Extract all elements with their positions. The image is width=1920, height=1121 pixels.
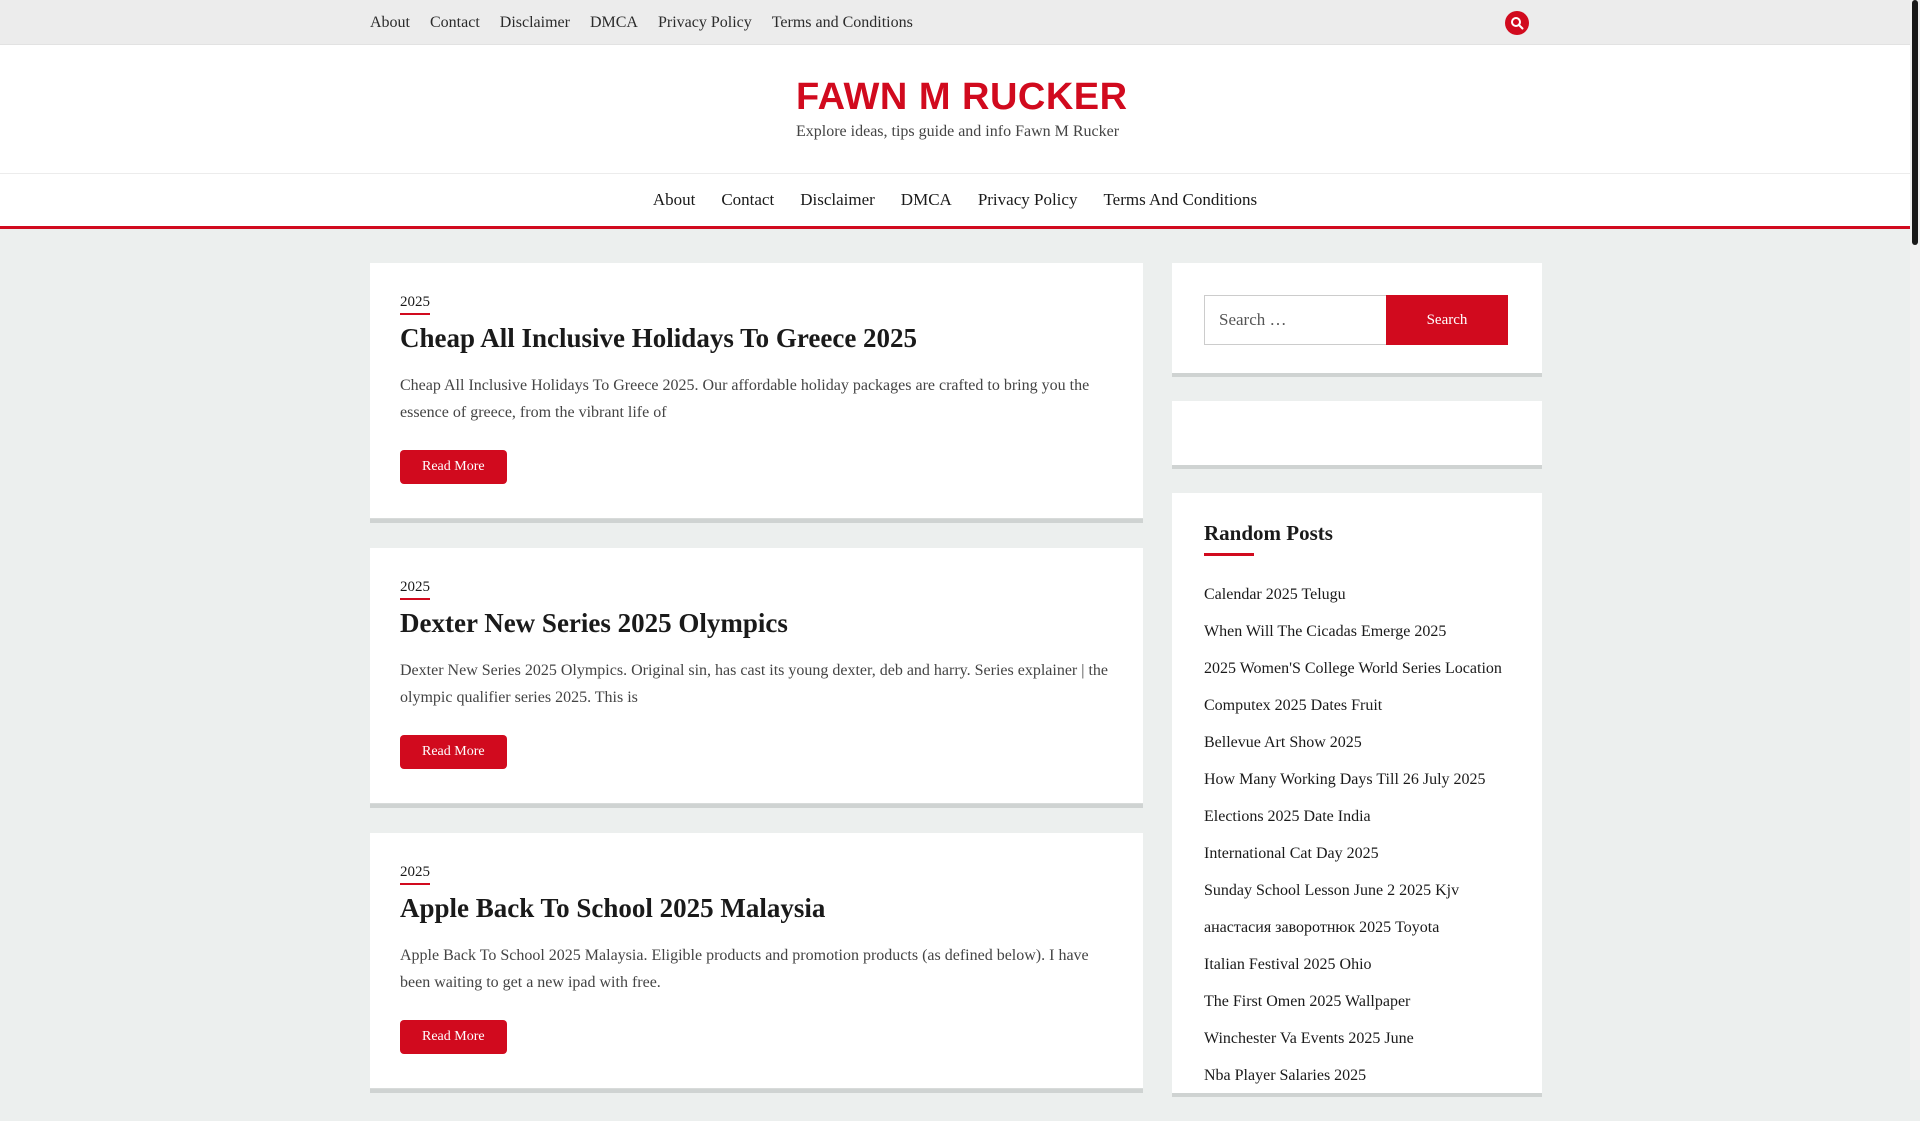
read-more-button[interactable]: Read More — [400, 450, 507, 484]
main-nav-contact[interactable]: Contact — [721, 190, 774, 210]
post-category[interactable]: 2025 — [400, 864, 430, 885]
list-item[interactable]: 2025 Women'S College World Series Locati… — [1204, 650, 1510, 687]
post-card: 2025 Cheap All Inclusive Holidays To Gre… — [370, 263, 1143, 519]
post-category[interactable]: 2025 — [400, 294, 430, 315]
post-excerpt: Dexter New Series 2025 Olympics. Origina… — [400, 662, 1109, 706]
list-item[interactable]: The First Omen 2025 Wallpaper — [1204, 983, 1510, 1020]
sidebar: Search Random Posts Calendar 2025 Telugu… — [1172, 263, 1542, 1121]
search-icon-glyph — [1511, 17, 1524, 30]
list-item[interactable]: Computex 2025 Dates Fruit — [1204, 687, 1510, 724]
list-item[interactable]: International Cat Day 2025 — [1204, 835, 1510, 872]
scrollbar-thumb[interactable] — [1912, 0, 1918, 245]
post-list: 2025 Cheap All Inclusive Holidays To Gre… — [370, 263, 1143, 1118]
post-excerpt: Cheap All Inclusive Holidays To Greece 2… — [400, 377, 1090, 421]
read-more-button[interactable]: Read More — [400, 1020, 507, 1054]
list-item[interactable]: Winchester Va Events 2025 June — [1204, 1020, 1510, 1057]
widget-title: Random Posts — [1204, 521, 1333, 556]
list-item[interactable]: Elections 2025 Date India — [1204, 798, 1510, 835]
site-header: FAWN M RUCKER Explore ideas, tips guide … — [0, 45, 1910, 173]
search-button[interactable]: Search — [1386, 295, 1508, 345]
search-icon[interactable] — [1505, 11, 1529, 35]
post-title[interactable]: Cheap All Inclusive Holidays To Greece 2… — [400, 323, 1113, 354]
random-posts-list: Calendar 2025 Telugu When Will The Cicad… — [1204, 576, 1510, 1093]
top-bar: About Contact Disclaimer DMCA Privacy Po… — [0, 0, 1910, 45]
main-nav-dmca[interactable]: DMCA — [901, 190, 952, 210]
site-tagline: Explore ideas, tips guide and info Fawn … — [796, 122, 1120, 140]
post-excerpt: Apple Back To School 2025 Malaysia. Elig… — [400, 947, 1089, 991]
post-title[interactable]: Apple Back To School 2025 Malaysia — [400, 893, 1113, 924]
list-item[interactable]: анастасия заворотнюк 2025 Toyota — [1204, 909, 1510, 946]
list-item[interactable]: When Will The Cicadas Emerge 2025 — [1204, 613, 1510, 650]
post-card: 2025 Apple Back To School 2025 Malaysia … — [370, 833, 1143, 1089]
brand: FAWN M RUCKER Explore ideas, tips guide … — [796, 75, 1128, 141]
list-item[interactable]: Nba Player Salaries 2025 — [1204, 1057, 1510, 1093]
search-input[interactable] — [1204, 295, 1386, 345]
top-nav-about[interactable]: About — [370, 14, 410, 32]
post-category[interactable]: 2025 — [400, 579, 430, 600]
post-card: 2025 Dexter New Series 2025 Olympics Dex… — [370, 548, 1143, 804]
post-title[interactable]: Dexter New Series 2025 Olympics — [400, 608, 1113, 639]
read-more-button[interactable]: Read More — [400, 735, 507, 769]
main-nav-about[interactable]: About — [653, 190, 696, 210]
site-title[interactable]: FAWN M RUCKER — [796, 75, 1128, 121]
main-nav-links: About Contact Disclaimer DMCA Privacy Po… — [653, 190, 1257, 210]
main-nav: About Contact Disclaimer DMCA Privacy Po… — [0, 173, 1910, 229]
top-nav: About Contact Disclaimer DMCA Privacy Po… — [370, 0, 933, 45]
list-item[interactable]: Italian Festival 2025 Ohio — [1204, 946, 1510, 983]
top-nav-disclaimer[interactable]: Disclaimer — [500, 14, 570, 32]
main-nav-terms[interactable]: Terms And Conditions — [1103, 190, 1257, 210]
list-item[interactable]: How Many Working Days Till 26 July 2025 — [1204, 761, 1510, 798]
list-item[interactable]: Sunday School Lesson June 2 2025 Kjv — [1204, 872, 1510, 909]
random-posts-widget: Random Posts Calendar 2025 Telugu When W… — [1172, 493, 1542, 1093]
top-nav-dmca[interactable]: DMCA — [590, 14, 638, 32]
top-nav-contact[interactable]: Contact — [430, 14, 480, 32]
scrollbar[interactable] — [1910, 0, 1920, 1080]
top-nav-privacy-policy[interactable]: Privacy Policy — [658, 14, 752, 32]
main-nav-privacy-policy[interactable]: Privacy Policy — [978, 190, 1078, 210]
empty-widget — [1172, 401, 1542, 465]
main-nav-disclaimer[interactable]: Disclaimer — [800, 190, 875, 210]
search-widget: Search — [1172, 263, 1542, 373]
list-item[interactable]: Bellevue Art Show 2025 — [1204, 724, 1510, 761]
top-nav-terms[interactable]: Terms and Conditions — [772, 14, 913, 32]
list-item[interactable]: Calendar 2025 Telugu — [1204, 576, 1510, 613]
